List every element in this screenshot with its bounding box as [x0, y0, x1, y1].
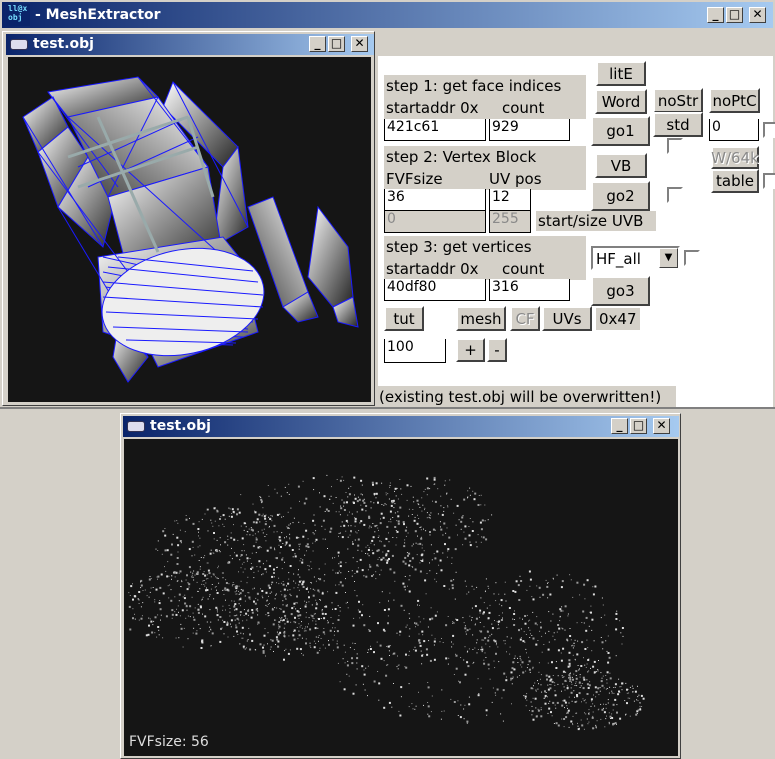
step3-heading: step 3: get vertices	[386, 238, 532, 256]
go2-checkbox[interactable]	[667, 187, 683, 203]
bottom-viewer-titlebar[interactable]: test.obj _ □ ✕	[123, 416, 679, 437]
bottom-viewer-maximize-button[interactable]: □	[630, 418, 647, 434]
overwrite-warning: (existing test.obj will be overwritten!)	[379, 388, 662, 406]
scale-input[interactable]: 100	[384, 339, 446, 363]
top-viewer-titlebar[interactable]: test.obj _ □ ✕	[6, 34, 374, 55]
mesh-button[interactable]: mesh	[456, 306, 506, 331]
step3-count-input[interactable]: 316	[489, 279, 570, 301]
step3-count-label: count	[502, 260, 545, 278]
step2-heading: step 2: Vertex Block	[386, 148, 537, 166]
tut-button[interactable]: tut	[384, 306, 424, 331]
app-icon: ll@x obj	[6, 4, 30, 26]
std-checkbox[interactable]	[667, 138, 683, 154]
cf-button: CF	[510, 306, 540, 331]
step1-count-input[interactable]: 929	[489, 119, 570, 141]
uvb-size-input: 255	[489, 211, 531, 233]
document-icon	[127, 421, 145, 432]
chevron-down-icon[interactable]: ▼	[659, 248, 678, 268]
step1-startaddr-input[interactable]: 421c61	[384, 119, 486, 141]
lite-button[interactable]: litE	[596, 61, 646, 86]
main-window-title: - MeshExtractor	[35, 7, 161, 23]
step3-startaddr-value: 40df80	[387, 279, 437, 295]
main-minimize-button[interactable]: _	[707, 7, 724, 23]
go3-button[interactable]: go3	[591, 276, 650, 306]
point-cloud-model	[128, 474, 645, 731]
noptc-button[interactable]: noPtC	[709, 88, 760, 113]
uvb-size-value: 255	[492, 211, 519, 227]
document-icon	[10, 39, 28, 50]
go2-button[interactable]: go2	[591, 181, 650, 211]
app-icon-line2: obj	[8, 13, 23, 22]
top-viewer-close-button[interactable]: ✕	[351, 36, 368, 52]
mode-dropdown[interactable]: HF_all ▼	[591, 246, 680, 270]
top-viewer-maximize-button[interactable]: □	[328, 36, 345, 52]
std-button[interactable]: std	[653, 112, 703, 137]
step1-count-value: 929	[492, 119, 519, 135]
vb-button[interactable]: VB	[595, 153, 647, 178]
side-checkbox-1[interactable]	[763, 122, 775, 138]
table-button[interactable]: table	[711, 169, 759, 193]
step1-count-label: count	[502, 99, 545, 117]
step2-fvfsize-label: FVFsize	[386, 170, 443, 188]
fvfsize-value: 36	[387, 189, 405, 205]
bottom-viewer-minimize-button[interactable]: _	[611, 418, 628, 434]
app-icon-line1: ll@x	[8, 4, 28, 13]
uvb-start-input: 0	[384, 211, 486, 233]
w64k-button: W/64k	[711, 146, 759, 169]
hex-readout: 0x47	[599, 310, 637, 328]
plus-button[interactable]: +	[456, 338, 485, 362]
step3-startaddr-label: startaddr 0x	[386, 260, 479, 278]
bottom-3d-viewport[interactable]: FVFsize: 56	[124, 439, 678, 756]
fvfsize-input[interactable]: 36	[384, 189, 486, 211]
uvpos-value: 12	[492, 189, 510, 205]
go1-button[interactable]: go1	[591, 116, 650, 146]
nostr-button[interactable]: noStr	[653, 88, 703, 113]
fvfsize-status: FVFsize: 56	[129, 734, 209, 750]
step2-uvpos-label: UV pos	[489, 170, 542, 188]
step1-heading: step 1: get face indices	[386, 77, 562, 95]
side-value: 0	[712, 119, 721, 135]
step3-count-value: 316	[492, 279, 519, 295]
side-value-input[interactable]: 0	[709, 119, 759, 141]
bottom-viewer-close-button[interactable]: ✕	[653, 418, 670, 434]
minus-button[interactable]: -	[487, 338, 507, 362]
scale-value: 100	[387, 339, 414, 355]
side-checkbox-2[interactable]	[763, 173, 775, 189]
mode-dropdown-value: HF_all	[596, 250, 641, 268]
dropdown-checkbox[interactable]	[684, 250, 700, 266]
main-maximize-button[interactable]: □	[726, 7, 743, 23]
main-close-button[interactable]: ✕	[749, 7, 766, 23]
step1-startaddr-label: startaddr 0x	[386, 99, 479, 117]
step1-startaddr-value: 421c61	[387, 119, 440, 135]
wireframe-model	[22, 76, 359, 383]
top-viewer-title: test.obj	[33, 36, 94, 52]
uvb-start-value: 0	[387, 211, 396, 227]
top-viewer-minimize-button[interactable]: _	[309, 36, 326, 52]
bottom-viewer-title: test.obj	[150, 418, 211, 434]
step3-startaddr-input[interactable]: 40df80	[384, 279, 486, 301]
main-titlebar[interactable]: ll@x obj - MeshExtractor _ □ ✕	[2, 2, 773, 28]
word-button[interactable]: Word	[595, 89, 647, 114]
uvs-button[interactable]: UVs	[542, 306, 592, 331]
uvpos-input[interactable]: 12	[489, 189, 531, 211]
startsize-uvb-label: start/size UVB	[538, 212, 644, 230]
top-3d-viewport[interactable]	[8, 57, 371, 402]
